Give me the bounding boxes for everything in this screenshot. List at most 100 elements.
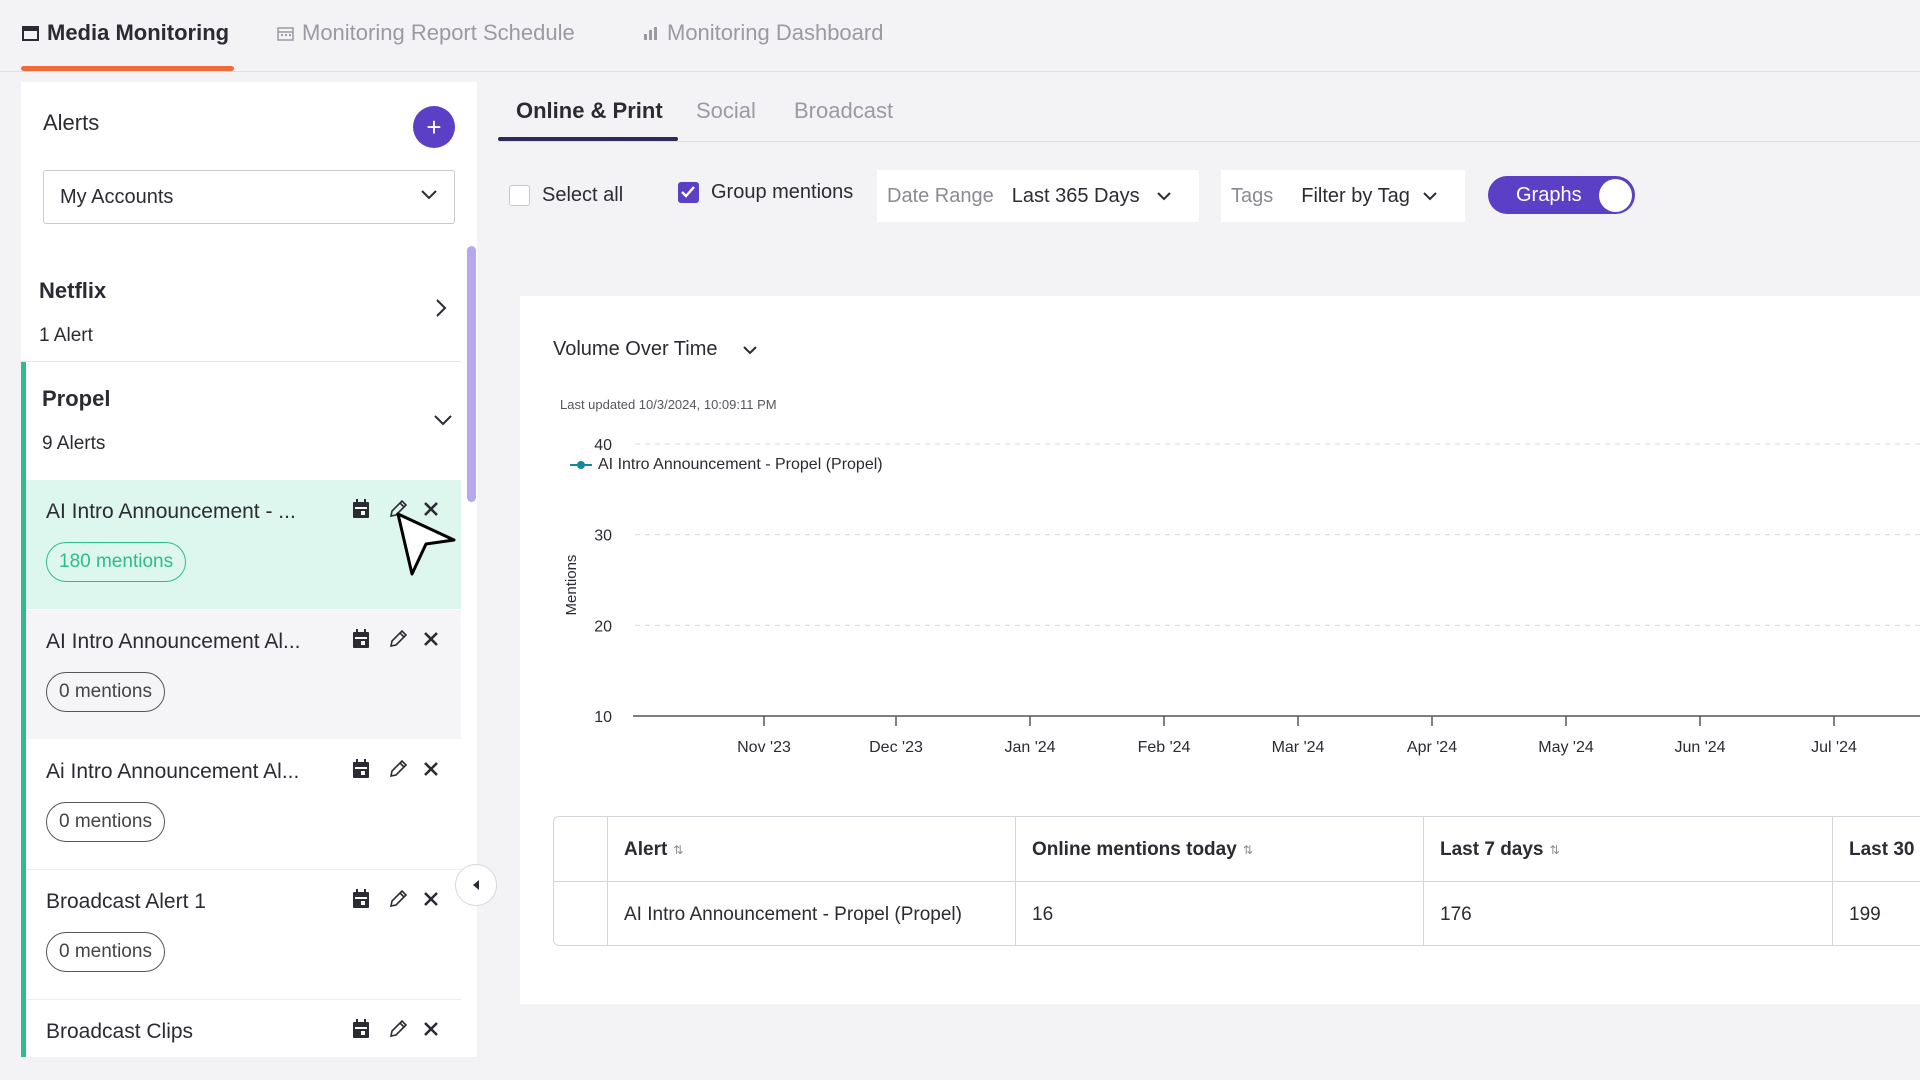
date-range-label: Date Range — [887, 184, 994, 207]
edit-pencil-icon[interactable] — [387, 628, 409, 650]
caret-left-icon — [473, 880, 479, 890]
alert-name: Broadcast Alert 1 — [46, 890, 206, 913]
mouse-pointer-icon — [396, 512, 456, 576]
x-tick-label: Apr '24 — [1407, 739, 1457, 756]
tab-label: Monitoring Dashboard — [667, 20, 884, 45]
date-range-value: Last 365 Days — [1011, 184, 1140, 207]
header-label: Online mentions today — [1032, 838, 1237, 860]
x-tick-label: Feb '24 — [1138, 739, 1191, 756]
mentions-badge: 0 mentions — [46, 672, 165, 712]
alert-item[interactable]: Ai Intro Announcement Al... 0 mentions — [26, 740, 461, 870]
col-30days-header[interactable]: Last 30 — [1832, 817, 1920, 882]
x-tick-label: Jul '24 — [1811, 739, 1857, 756]
alerts-table: Alert ⇅ Online mentions today ⇅ Last 7 day… — [553, 816, 1920, 946]
col-7days-header[interactable]: Last 7 days ⇅ — [1423, 817, 1832, 882]
alert-item[interactable]: Broadcast Clips — [26, 1000, 461, 1057]
toggle-knob — [1599, 179, 1632, 212]
plus-icon: + — [426, 112, 442, 142]
tab-online-print[interactable]: Online & Print — [516, 98, 663, 124]
x-tick-label: Jun '24 — [1674, 739, 1725, 756]
select-all-checkbox[interactable] — [509, 185, 530, 206]
edit-pencil-icon[interactable] — [387, 888, 409, 910]
schedule-calendar-icon[interactable] — [350, 498, 372, 520]
group-name: Propel — [42, 386, 111, 411]
col-today-header[interactable]: Online mentions today ⇅ — [1015, 817, 1423, 882]
cell-alert: AI Intro Announcement - Propel (Propel) — [607, 882, 1015, 945]
y-tick-label: 30 — [594, 528, 612, 545]
tab-label: Media Monitoring — [47, 20, 230, 45]
x-tick-label: Nov '23 — [737, 739, 791, 756]
volume-chart: 40 30 20 10 Nov '23 Dec '23 Jan '24 Feb '24 Mar … — [563, 437, 1920, 756]
active-subtab-indicator — [498, 137, 678, 141]
chevron-down-icon — [434, 415, 452, 426]
chevron-right-icon — [436, 299, 447, 317]
add-alert-button[interactable]: + — [413, 106, 455, 148]
header-label: Last 30 — [1849, 838, 1915, 860]
sort-icon: ⇅ — [1549, 842, 1560, 857]
tab-social[interactable]: Social — [696, 98, 756, 124]
schedule-calendar-icon[interactable] — [350, 888, 372, 910]
chevron-down-icon — [1156, 192, 1171, 201]
alert-name: Ai Intro Announcement Al... — [46, 760, 300, 783]
tab-broadcast[interactable]: Broadcast — [794, 98, 893, 124]
sort-icon: ⇅ — [673, 842, 684, 857]
tab-monitoring-dashboard[interactable]: Monitoring Dashboard — [642, 18, 883, 48]
x-tick-label: May '24 — [1538, 739, 1594, 756]
y-axis-label: Mentions — [563, 555, 580, 616]
delete-close-icon[interactable] — [420, 1018, 442, 1040]
sort-icon: ⇅ — [1242, 842, 1253, 857]
tag-filter-select[interactable]: Tags Filter by Tag — [1221, 170, 1465, 222]
collapse-sidebar-button[interactable] — [455, 864, 497, 906]
table-row[interactable]: AI Intro Announcement - Propel (Propel) … — [554, 882, 1920, 945]
group-alert-count: 9 Alerts — [42, 433, 106, 454]
delete-close-icon[interactable] — [420, 628, 442, 650]
col-alert-header[interactable]: Alert ⇅ — [607, 817, 1015, 882]
window-icon — [22, 25, 39, 41]
edit-pencil-icon[interactable] — [387, 758, 409, 780]
y-tick-label: 20 — [594, 618, 612, 635]
group-netflix[interactable]: Netflix 1 Alert — [21, 252, 461, 362]
cell-30days: 199 — [1832, 882, 1920, 945]
header-label: Alert — [624, 838, 668, 860]
y-tick-label: 10 — [594, 709, 612, 726]
schedule-calendar-icon[interactable] — [350, 758, 372, 780]
date-range-select[interactable]: Date Range Last 365 Days — [877, 170, 1199, 222]
group-propel[interactable]: Propel 9 Alerts — [21, 362, 461, 480]
mentions-badge: 0 mentions — [46, 932, 165, 972]
alert-name: Broadcast Clips — [46, 1020, 194, 1043]
alert-item[interactable]: AI Intro Announcement Al... 0 mentions — [26, 610, 461, 740]
bar-chart-icon — [644, 26, 657, 40]
group-mentions-checkbox[interactable] — [678, 182, 699, 203]
tags-value: Filter by Tag — [1301, 184, 1410, 207]
delete-close-icon[interactable] — [420, 758, 442, 780]
channel-tabs: Online & Print Social Broadcast — [498, 82, 1920, 142]
edit-pencil-icon[interactable] — [387, 1018, 409, 1040]
header-label: Last 7 days — [1440, 838, 1544, 860]
tab-label: Monitoring Report Schedule — [302, 20, 575, 45]
sidebar-title: Alerts — [43, 110, 100, 135]
active-tab-indicator — [21, 66, 234, 71]
alert-item[interactable]: Broadcast Alert 1 0 mentions — [26, 870, 461, 1000]
tab-monitoring-report-schedule[interactable]: Monitoring Report Schedule — [277, 18, 575, 48]
tab-media-monitoring[interactable]: Media Monitoring — [22, 18, 229, 48]
cell-today: 16 — [1015, 882, 1423, 945]
graphs-toggle[interactable]: Graphs — [1488, 176, 1635, 214]
group-alert-count: 1 Alert — [39, 325, 93, 346]
mentions-badge: 0 mentions — [46, 802, 165, 842]
sidebar-header: Alerts + My Accounts — [21, 82, 477, 242]
schedule-calendar-icon[interactable] — [350, 1018, 372, 1040]
chevron-down-icon — [421, 190, 437, 200]
top-tab-bar: Media Monitoring Monitoring Report Sched… — [0, 0, 1920, 72]
account-select[interactable]: My Accounts — [43, 170, 455, 224]
group-name: Netflix — [39, 278, 107, 303]
delete-close-icon[interactable] — [420, 888, 442, 910]
alert-name: AI Intro Announcement - ... — [46, 500, 296, 523]
alert-name: AI Intro Announcement Al... — [46, 630, 301, 653]
x-tick-label: Mar '24 — [1272, 739, 1325, 756]
mentions-badge: 180 mentions — [46, 542, 187, 582]
table-header-row: Alert ⇅ Online mentions today ⇅ Last 7 day… — [554, 817, 1920, 882]
schedule-calendar-icon[interactable] — [350, 628, 372, 650]
sidebar-scrollbar[interactable] — [467, 246, 476, 502]
checkmark-icon — [681, 186, 695, 198]
y-tick-label: 40 — [594, 437, 612, 454]
